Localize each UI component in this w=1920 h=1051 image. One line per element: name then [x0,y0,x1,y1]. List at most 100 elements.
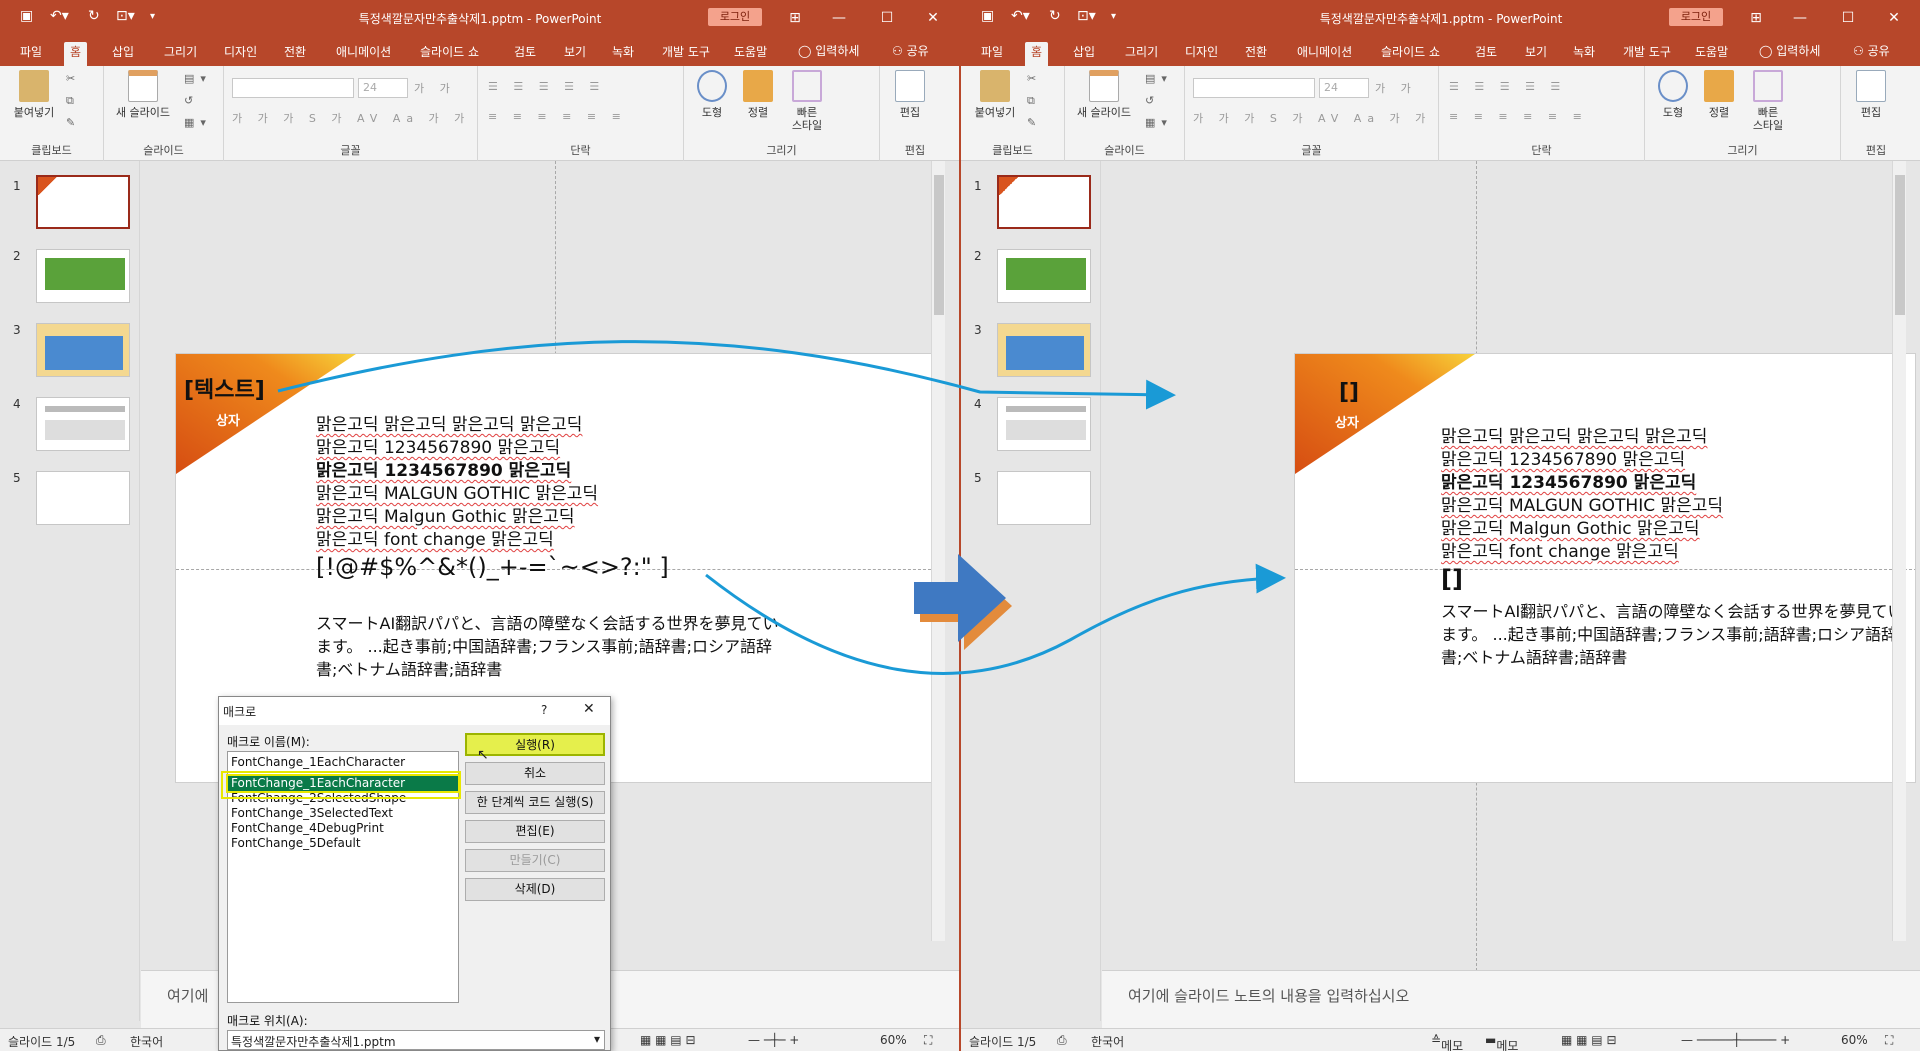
layout-icon[interactable]: ▤▾ [184,72,212,85]
copy-icon[interactable]: ⧉ [66,94,80,108]
zoom-level[interactable]: 60% [880,1033,907,1047]
scrollbar-thumb[interactable] [934,175,944,315]
tab-animations[interactable]: 애니메이션 [1291,42,1358,66]
new-slide-button[interactable]: 새 슬라이드 [1071,70,1137,119]
shapes-button[interactable]: 도형 [1653,70,1693,119]
tab-draw[interactable]: 그리기 [1119,42,1164,66]
macro-item-3[interactable]: FontChange_3SelectedText [228,806,458,821]
language-indicator[interactable]: 한국어 [1091,1033,1124,1050]
quick-styles-button[interactable]: 빠른 스타일 [1745,70,1791,132]
slide-thumb-2[interactable] [36,249,130,303]
view-icons[interactable]: ▦ ▦ ▤ ⊟ [640,1033,696,1047]
arrange-button[interactable]: 정렬 [1699,70,1739,119]
font-size-box[interactable]: 24 [1319,78,1369,98]
tab-view[interactable]: 보기 [1519,42,1553,66]
share-button[interactable]: ⚇ 공유 [892,42,929,59]
view-icons[interactable]: ▦ ▦ ▤ ⊟ [1561,1033,1617,1047]
spellcheck-icon[interactable]: ⎙ [1057,1033,1067,1048]
tab-design[interactable]: 디자인 [218,42,263,66]
slide-thumb-2[interactable] [997,249,1091,303]
slide-thumb-4[interactable] [36,397,130,451]
ribbon-display-icon[interactable]: ⊞ [1741,6,1771,30]
paste-button[interactable]: 붙여넣기 [967,70,1023,119]
zoom-slider[interactable]: — ─────┼───── + [1681,1033,1790,1047]
section-icon[interactable]: ▦▾ [184,116,212,129]
tab-animations[interactable]: 애니메이션 [330,42,397,66]
zoom-slider[interactable]: — ─┼─ + [748,1033,799,1047]
editing-button[interactable]: 편집 [1851,70,1891,119]
edit-button[interactable]: 편집(E) [465,820,605,843]
align-icons[interactable]: ≡ ≡ ≡ ≡ ≡ ≡ [1449,110,1588,123]
tab-home[interactable]: 홈 [64,42,88,66]
cut-icon[interactable]: ✂ [66,72,81,85]
tab-insert[interactable]: 삽입 [1067,42,1101,66]
slide-thumb-5[interactable] [36,471,130,525]
format-painter-icon[interactable]: ✎ [66,116,81,129]
japanese-text[interactable]: スマートAI翻訳パパと、言語の障壁なく会話する世界を夢見ています。 ...起き事… [316,612,786,681]
shapes-button[interactable]: 도형 [692,70,732,119]
editing-button[interactable]: 편집 [890,70,930,119]
minimize-button[interactable]: — [1785,6,1815,30]
text-box-brackets[interactable]: [텍스트] [184,372,265,404]
text-box-brackets-after[interactable]: [] [1339,380,1359,405]
tab-design[interactable]: 디자인 [1179,42,1224,66]
notes-toggle-button[interactable]: ≙ 메모 [1431,1033,1463,1051]
scrollbar-thumb[interactable] [1895,175,1905,315]
minimize-button[interactable]: — [824,6,854,30]
create-button[interactable]: 만들기(C) [465,849,605,872]
close-dialog-button[interactable]: ✕ [583,701,595,717]
tab-insert[interactable]: 삽입 [106,42,140,66]
maximize-button[interactable]: ☐ [872,6,902,30]
slide-thumb-1[interactable] [36,175,130,229]
close-button[interactable]: ✕ [918,6,948,30]
language-indicator[interactable]: 한국어 [130,1033,163,1050]
tab-help[interactable]: 도움말 [728,42,773,66]
step-into-button[interactable]: 한 단계씩 코드 실행(S) [465,791,605,814]
section-icon[interactable]: ▦▾ [1145,116,1173,129]
comments-toggle-button[interactable]: ▬ 메모 [1485,1033,1518,1051]
layout-icon[interactable]: ▤▾ [1145,72,1173,85]
tab-slideshow[interactable]: 슬라이드 쇼 [414,42,485,66]
arrange-button[interactable]: 정렬 [738,70,778,119]
align-icons[interactable]: ≡ ≡ ≡ ≡ ≡ ≡ [488,110,627,123]
fit-slide-icon[interactable]: ⛶ [924,1033,932,1048]
slide-thumb-1[interactable] [997,175,1091,229]
tab-draw[interactable]: 그리기 [158,42,203,66]
format-painter-icon[interactable]: ✎ [1027,116,1042,129]
reset-icon[interactable]: ↺ [184,94,199,107]
close-button[interactable]: ✕ [1879,6,1909,30]
tab-transitions[interactable]: 전환 [278,42,312,66]
tell-me-box[interactable]: ◯ 입력하세 [1759,42,1820,59]
tab-review[interactable]: 검토 [1469,42,1503,66]
tab-file[interactable]: 파일 [975,42,1009,66]
slide-thumb-3[interactable] [36,323,130,377]
tab-help[interactable]: 도움말 [1689,42,1734,66]
slide-thumb-5[interactable] [997,471,1091,525]
tab-recording[interactable]: 녹화 [606,42,640,66]
tab-file[interactable]: 파일 [14,42,48,66]
macro-list[interactable]: FontChange_1EachCharacter FontChange_2Se… [226,773,460,1003]
spellcheck-icon[interactable]: ⎙ [96,1033,106,1048]
grow-font-icon[interactable]: 가 가 [1375,80,1417,96]
zoom-level[interactable]: 60% [1841,1033,1868,1047]
tab-transitions[interactable]: 전환 [1239,42,1273,66]
quick-styles-button[interactable]: 빠른 스타일 [784,70,830,132]
slide-canvas-2[interactable]: [] 상자 맑은고딕 맑은고딕 맑은고딕 맑은고딕 맑은고딕 123456789… [1294,353,1916,783]
login-button-2[interactable]: 로그인 [1669,8,1723,26]
tab-review[interactable]: 검토 [508,42,542,66]
delete-button[interactable]: 삭제(D) [465,878,605,901]
tab-home[interactable]: 홈 [1025,42,1049,66]
tab-slideshow[interactable]: 슬라이드 쇼 [1375,42,1446,66]
notes-pane-2[interactable]: 여기에 슬라이드 노트의 내용을 입력하십시오 [1102,970,1920,1028]
fit-slide-icon[interactable]: ⛶ [1885,1033,1893,1048]
font-name-box[interactable] [1193,78,1315,98]
macro-item-5[interactable]: FontChange_5Default [228,836,458,851]
font-format-icons[interactable]: 가 가 가 S 가 AV Aa 가 가 [232,110,470,126]
reset-icon[interactable]: ↺ [1145,94,1160,107]
maximize-button[interactable]: ☐ [1833,6,1863,30]
slide-thumb-4[interactable] [997,397,1091,451]
ribbon-display-icon[interactable]: ⊞ [780,6,810,30]
slide-thumb-3[interactable] [997,323,1091,377]
slide-body-text-2[interactable]: 맑은고딕 맑은고딕 맑은고딕 맑은고딕 맑은고딕 1234567890 맑은고딕… [1441,426,1723,594]
tab-developer[interactable]: 개발 도구 [656,42,716,66]
